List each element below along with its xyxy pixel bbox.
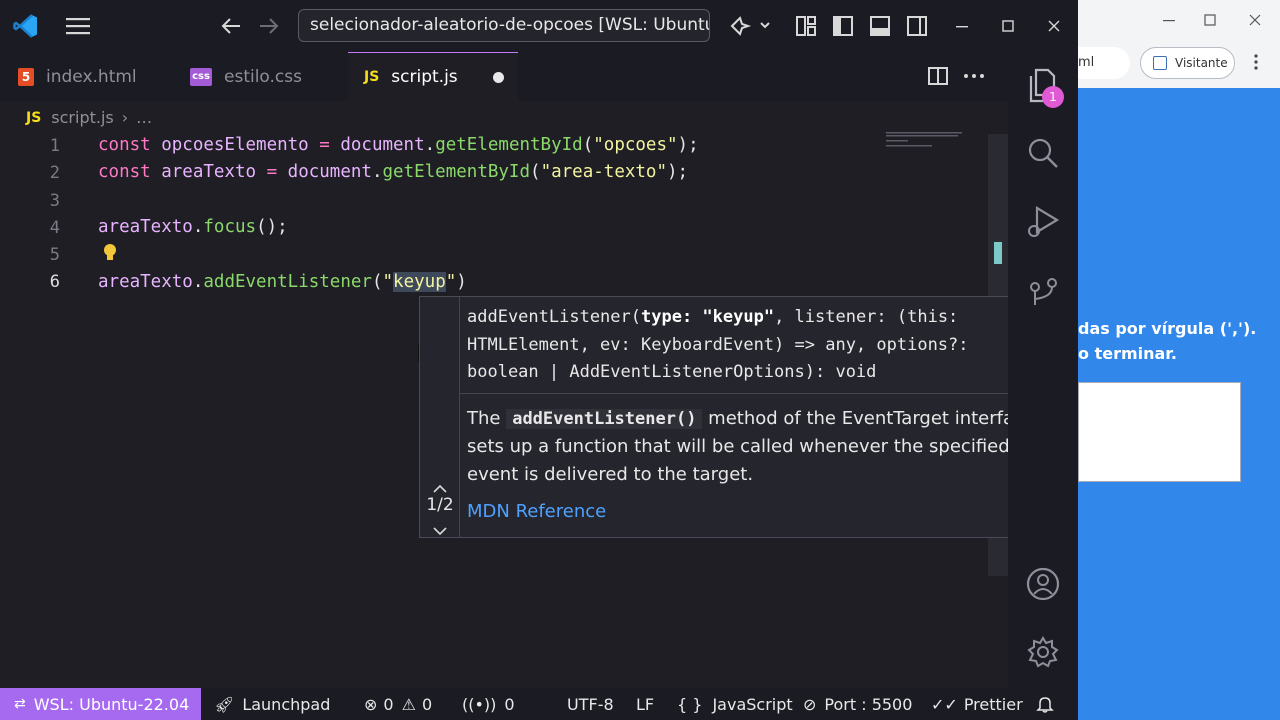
selected-text: keyup [393,272,446,292]
braces-icon: { } [677,694,703,714]
split-editor-icon[interactable] [927,65,951,89]
tab-index-html[interactable]: 5 index.html [0,52,170,101]
double-check-icon: ✓✓ [931,694,958,714]
toggle-secondary-sidebar-icon[interactable] [904,13,930,39]
tab-label: script.js [391,67,458,87]
breadcrumb: JS script.js › … [0,101,1008,134]
code-line: const opcoesElemento = document.getEleme… [98,135,699,155]
run-debug-icon[interactable] [1023,202,1063,242]
kebab-menu-icon[interactable] [1253,53,1263,73]
status-bar: ⇄ WSL: Ubuntu-22.04 🚀︎ Launchpad ⊗ 0 ⚠ 0… [0,688,1078,720]
close-icon[interactable] [1042,13,1066,39]
maximize-icon[interactable] [1203,12,1217,26]
overload-pager: 1/2 [426,495,454,515]
encoding-indicator[interactable]: UTF-8 [567,688,614,720]
maximize-icon[interactable] [996,13,1020,39]
divider [460,393,1054,394]
problems-indicator[interactable]: ⊗ 0 ⚠ 0 [364,688,432,720]
description: The addEventListener() method of the Eve… [467,408,1035,485]
close-icon[interactable] [1248,12,1262,26]
lightbulb-icon[interactable] [101,243,119,263]
search-icon[interactable] [1023,133,1063,173]
instruction-text: das por vírgula (','). o terminar. [1078,319,1257,363]
more-actions-icon[interactable] [962,65,988,89]
minimize-icon[interactable] [950,13,974,39]
activity-bar: 1 [1008,52,1078,688]
toggle-panel-icon[interactable] [867,13,893,39]
person-icon [1153,56,1167,70]
unsaved-dot-icon[interactable] [493,72,504,83]
broadcast-icon: ((•)) [462,694,497,714]
javascript-icon: JS [364,69,380,85]
chevron-right-icon: › [121,108,129,127]
notification-badge: 1 [1042,86,1064,108]
mdn-reference-link[interactable]: MDN Reference [467,501,606,522]
editor-tab-bar: 5 index.html css estilo.css JS script.js [0,52,1008,101]
hamburger-menu-icon[interactable] [63,13,93,39]
title-bar: selecionador-aleatorio-de-opcoes [WSL: U… [0,0,1078,52]
line-number: 5 [49,245,60,265]
warning-icon: ⚠ [401,694,416,714]
tab-label: estilo.css [224,66,302,87]
javascript-icon: JS [26,109,42,126]
code-line-active: areaTexto.addEventListener("keyup") [98,272,467,292]
scroll-position-marker [994,242,1002,264]
vscode-logo-icon[interactable] [12,12,40,40]
html5-icon: 5 [18,67,34,86]
function-signature: addEventListener(type: "keyup", listener… [467,307,979,382]
line-number: 6 [49,272,60,292]
tab-estilo-css[interactable]: css estilo.css [170,52,348,101]
line-number: 4 [49,218,60,238]
prettier-indicator[interactable]: ✓✓ Prettier [931,688,1023,720]
launchpad-button[interactable]: 🚀︎ Launchpad [214,688,330,720]
minimap[interactable] [886,130,966,154]
line-number: 2 [49,163,60,183]
code-line: areaTexto.focus(); [98,217,288,237]
error-icon: ⊗ [364,694,378,714]
css-icon: css [190,67,212,86]
breadcrumb-symbol[interactable]: … [136,108,152,127]
options-textarea[interactable] [1078,382,1241,482]
back-arrow-icon[interactable] [217,13,245,39]
browser-window: ml Visitante das por vírgula (','). o te… [1078,0,1280,720]
notifications-bell-icon[interactable] [1036,688,1054,720]
breadcrumb-file[interactable]: script.js [51,108,113,127]
minimize-icon[interactable] [1162,12,1176,26]
toggle-primary-sidebar-icon[interactable] [830,13,856,39]
language-mode[interactable]: { } JavaScript [677,688,793,720]
copilot-sparkle-icon[interactable] [727,12,773,40]
settings-gear-icon[interactable] [1023,632,1063,672]
chevron-down-icon[interactable] [432,521,448,540]
tab-script-js[interactable]: JS script.js [348,52,518,101]
rocket-icon: 🚀︎ [214,694,235,714]
source-control-icon[interactable] [1023,270,1063,310]
line-number: 1 [49,136,60,156]
account-icon[interactable] [1023,564,1063,604]
hover-tooltip: addEventListener(type: "keyup", listener… [419,296,1055,538]
line-number: 3 [49,191,60,211]
command-center-search[interactable]: selecionador-aleatorio-de-opcoes [WSL: U… [298,9,710,42]
ports-indicator[interactable]: ((•)) 0 [462,688,515,720]
remote-indicator[interactable]: ⇄ WSL: Ubuntu-22.04 [0,688,201,720]
browser-toolbar: ml Visitante [1078,0,1280,88]
customize-layout-icon[interactable] [793,13,819,39]
forward-arrow-icon[interactable] [255,13,283,39]
eol-indicator[interactable]: LF [636,688,654,720]
code-line: const areaTexto = document.getElementByI… [98,162,689,182]
profile-button[interactable]: Visitante [1140,47,1235,79]
tab-label: index.html [46,66,137,87]
no-entry-icon: ⊘ [803,694,817,714]
remote-icon: ⇄ [14,696,26,712]
address-bar[interactable]: ml [1078,47,1130,79]
live-server-port[interactable]: ⊘ Port : 5500 [803,688,912,720]
